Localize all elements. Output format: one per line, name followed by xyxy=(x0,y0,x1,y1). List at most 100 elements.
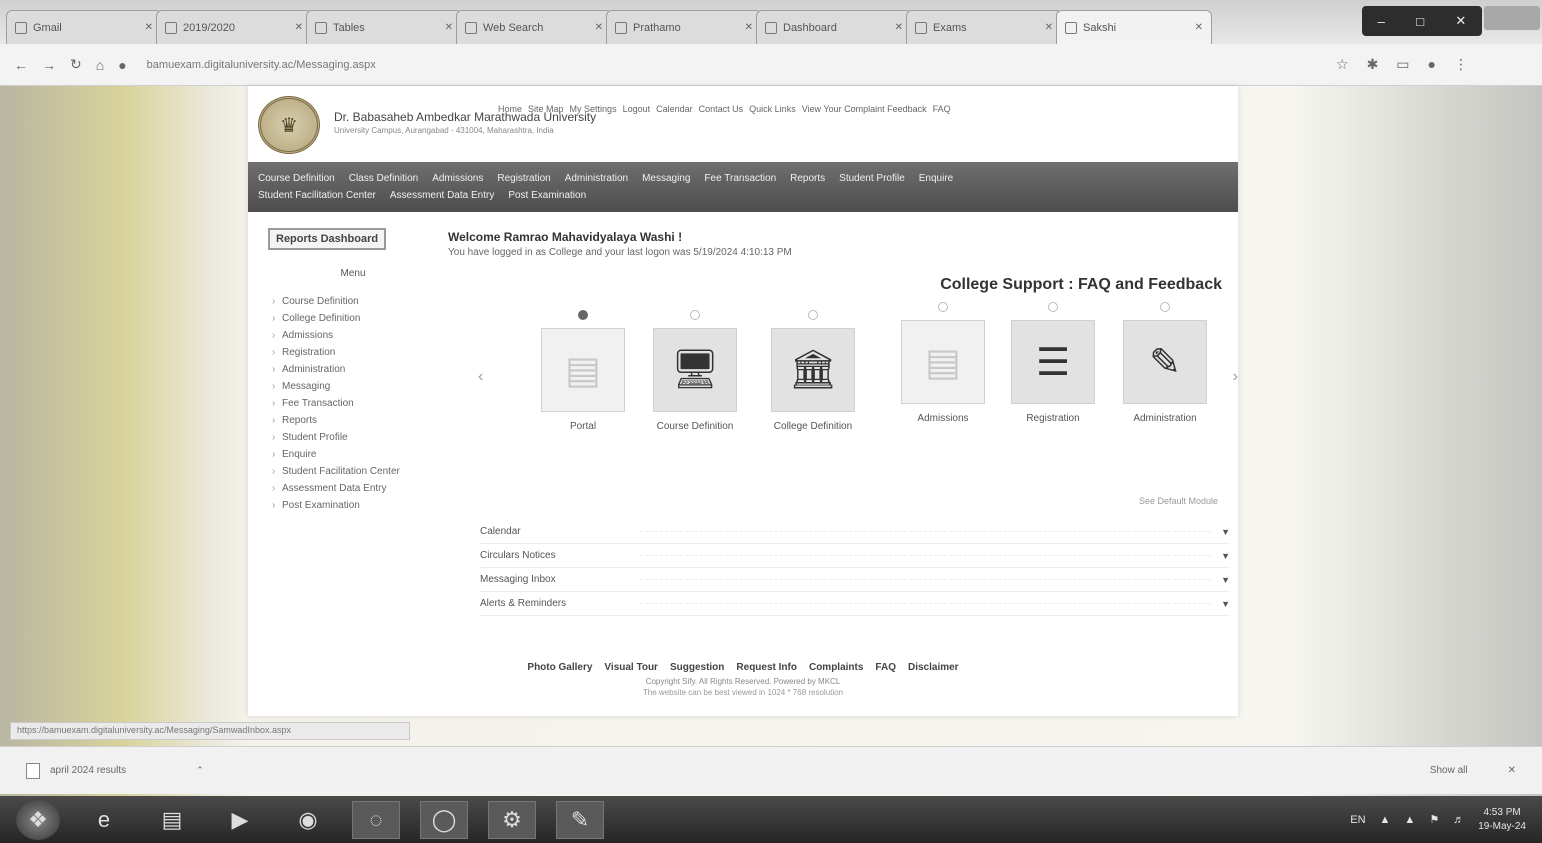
profile-avatar-icon[interactable]: ● xyxy=(1428,56,1436,73)
carousel-next-icon[interactable]: › xyxy=(1233,368,1238,386)
expand-icon[interactable]: ▼ xyxy=(1221,599,1230,609)
menu-kebab-icon[interactable]: ⋮ xyxy=(1454,56,1468,73)
dashboard-panel[interactable]: Calendar ▼ xyxy=(480,520,1230,544)
browser-tab[interactable]: Dashboard ✕ xyxy=(756,10,912,44)
browser-tab[interactable]: Exams ✕ xyxy=(906,10,1062,44)
nav-item[interactable]: Reports xyxy=(790,170,825,187)
volume-icon[interactable]: ♬ xyxy=(1453,814,1464,826)
top-link[interactable]: My Settings xyxy=(570,104,617,114)
top-link[interactable]: View Your Complaint Feedback xyxy=(802,104,927,114)
close-tab-icon[interactable]: ✕ xyxy=(745,22,753,33)
browser-tab[interactable]: Gmail ✕ xyxy=(6,10,162,44)
close-tab-icon[interactable]: ✕ xyxy=(595,22,603,33)
download-item[interactable]: april 2024 results ⌃ xyxy=(26,762,204,779)
sidebar-menu-item[interactable]: Administration xyxy=(268,361,438,378)
module-tile[interactable]: 🖥 Course Definition xyxy=(650,310,740,433)
carousel-dot[interactable] xyxy=(1160,302,1170,312)
sidebar-menu-item[interactable]: Student Facilitation Center xyxy=(268,463,438,480)
media-player-icon[interactable]: ▶ xyxy=(216,801,264,839)
sidebar-menu-item[interactable]: Post Examination xyxy=(268,497,438,514)
carousel-dot[interactable] xyxy=(1048,302,1058,312)
carousel-dot[interactable] xyxy=(808,310,818,320)
nav-item[interactable]: Enquire xyxy=(919,170,953,187)
footer-link[interactable]: FAQ xyxy=(875,662,896,673)
bookmark-star-icon[interactable]: ☆ xyxy=(1336,56,1349,73)
show-all-downloads[interactable]: Show all xyxy=(1430,765,1468,776)
nav-item[interactable]: Registration xyxy=(497,170,550,187)
sidebar-menu-item[interactable]: Student Profile xyxy=(268,429,438,446)
expand-icon[interactable]: ▼ xyxy=(1221,527,1230,537)
top-link[interactable]: Site Map xyxy=(528,104,564,114)
close-download-bar-icon[interactable]: ✕ xyxy=(1508,765,1516,776)
notes-app-icon[interactable]: ✎ xyxy=(556,800,604,839)
flag-icon[interactable]: ⚑ xyxy=(1429,813,1439,826)
close-window-icon[interactable]: ✕ xyxy=(1455,13,1466,29)
browser-tab[interactable]: Web Search ✕ xyxy=(456,10,612,44)
close-tab-icon[interactable]: ✕ xyxy=(145,22,153,33)
dashboard-panel[interactable]: Circulars Notices ▼ xyxy=(480,544,1230,568)
chrome-icon[interactable]: ◌ xyxy=(352,800,400,839)
module-tile[interactable]: ✎ Administration xyxy=(1120,302,1210,425)
footer-link[interactable]: Suggestion xyxy=(670,662,724,673)
chevron-up-icon[interactable]: ⌃ xyxy=(196,765,204,776)
network-icon[interactable]: ▲ xyxy=(1404,814,1415,826)
module-tile[interactable]: ▤ Admissions xyxy=(898,302,988,425)
close-tab-icon[interactable]: ✕ xyxy=(1045,22,1053,33)
forward-icon[interactable]: → xyxy=(42,57,56,73)
url-field[interactable]: bamuexam.digitaluniversity.ac/Messaging.… xyxy=(141,59,1322,71)
close-tab-icon[interactable]: ✕ xyxy=(895,22,903,33)
clock[interactable]: 4:53 PM 19-May-24 xyxy=(1478,806,1526,834)
home-icon[interactable]: ⌂ xyxy=(96,57,104,73)
nav-item[interactable]: Student Facilitation Center xyxy=(258,187,376,204)
sidebar-menu-item[interactable]: Registration xyxy=(268,344,438,361)
nav-item[interactable]: Student Profile xyxy=(839,170,905,187)
footer-link[interactable]: Complaints xyxy=(809,662,863,673)
top-link[interactable]: FAQ xyxy=(933,104,951,114)
carousel-dot[interactable] xyxy=(578,310,588,320)
language-indicator[interactable]: EN xyxy=(1350,814,1365,826)
browser-tab[interactable]: Prathamo ✕ xyxy=(606,10,762,44)
carousel-prev-icon[interactable]: ‹ xyxy=(478,368,483,386)
browser-tab[interactable]: Tables ✕ xyxy=(306,10,462,44)
footer-link[interactable]: Request Info xyxy=(736,662,797,673)
close-tab-icon[interactable]: ✕ xyxy=(445,22,453,33)
reload-icon[interactable]: ↻ xyxy=(70,56,82,73)
dashboard-panel[interactable]: Messaging Inbox ▼ xyxy=(480,568,1230,592)
close-tab-icon[interactable]: ✕ xyxy=(295,22,303,33)
settings-app-icon[interactable]: ⚙ xyxy=(488,800,536,839)
ie-icon[interactable]: e xyxy=(80,801,128,839)
nav-item[interactable]: Administration xyxy=(565,170,628,187)
top-link[interactable]: Calendar xyxy=(656,104,693,114)
cast-icon[interactable]: ▭ xyxy=(1396,56,1409,73)
nav-item[interactable]: Post Examination xyxy=(508,187,586,204)
module-tile[interactable]: 🏛 College Definition xyxy=(768,310,858,433)
sidebar-menu-item[interactable]: Enquire xyxy=(268,446,438,463)
file-explorer-icon[interactable]: ▤ xyxy=(148,801,196,839)
expand-icon[interactable]: ▼ xyxy=(1221,551,1230,561)
top-link[interactable]: Quick Links xyxy=(749,104,796,114)
app-icon[interactable]: ◉ xyxy=(284,801,332,839)
top-link[interactable]: Logout xyxy=(623,104,651,114)
profile-button[interactable] xyxy=(1484,6,1540,30)
tray-arrow-icon[interactable]: ▲ xyxy=(1380,814,1391,826)
sidebar-menu-item[interactable]: Fee Transaction xyxy=(268,395,438,412)
carousel-dot[interactable] xyxy=(938,302,948,312)
see-default-module-link[interactable]: See Default Module xyxy=(1139,496,1218,506)
top-link[interactable]: Home xyxy=(498,104,522,114)
minimize-icon[interactable]: – xyxy=(1378,14,1385,29)
window-controls[interactable]: – □ ✕ xyxy=(1362,6,1482,36)
start-button[interactable]: ❖ xyxy=(16,799,60,840)
sidebar-menu-item[interactable]: Assessment Data Entry xyxy=(268,480,438,497)
sidebar-menu-item[interactable]: Course Definition xyxy=(268,293,438,310)
nav-item[interactable]: Course Definition xyxy=(258,170,335,187)
nav-item[interactable]: Messaging xyxy=(642,170,690,187)
sidebar-menu-item[interactable]: Messaging xyxy=(268,378,438,395)
sidebar-menu-item[interactable]: Admissions xyxy=(268,327,438,344)
browser-tab[interactable]: 2019/2020 ✕ xyxy=(156,10,312,44)
sidebar-menu-item[interactable]: Reports xyxy=(268,412,438,429)
support-title[interactable]: College Support : FAQ and Feedback xyxy=(940,276,1222,294)
browser-tab[interactable]: Sakshi ✕ xyxy=(1056,10,1212,44)
extension-icon[interactable]: ✱ xyxy=(1367,56,1379,73)
expand-icon[interactable]: ▼ xyxy=(1221,575,1230,585)
nav-item[interactable]: Fee Transaction xyxy=(704,170,776,187)
